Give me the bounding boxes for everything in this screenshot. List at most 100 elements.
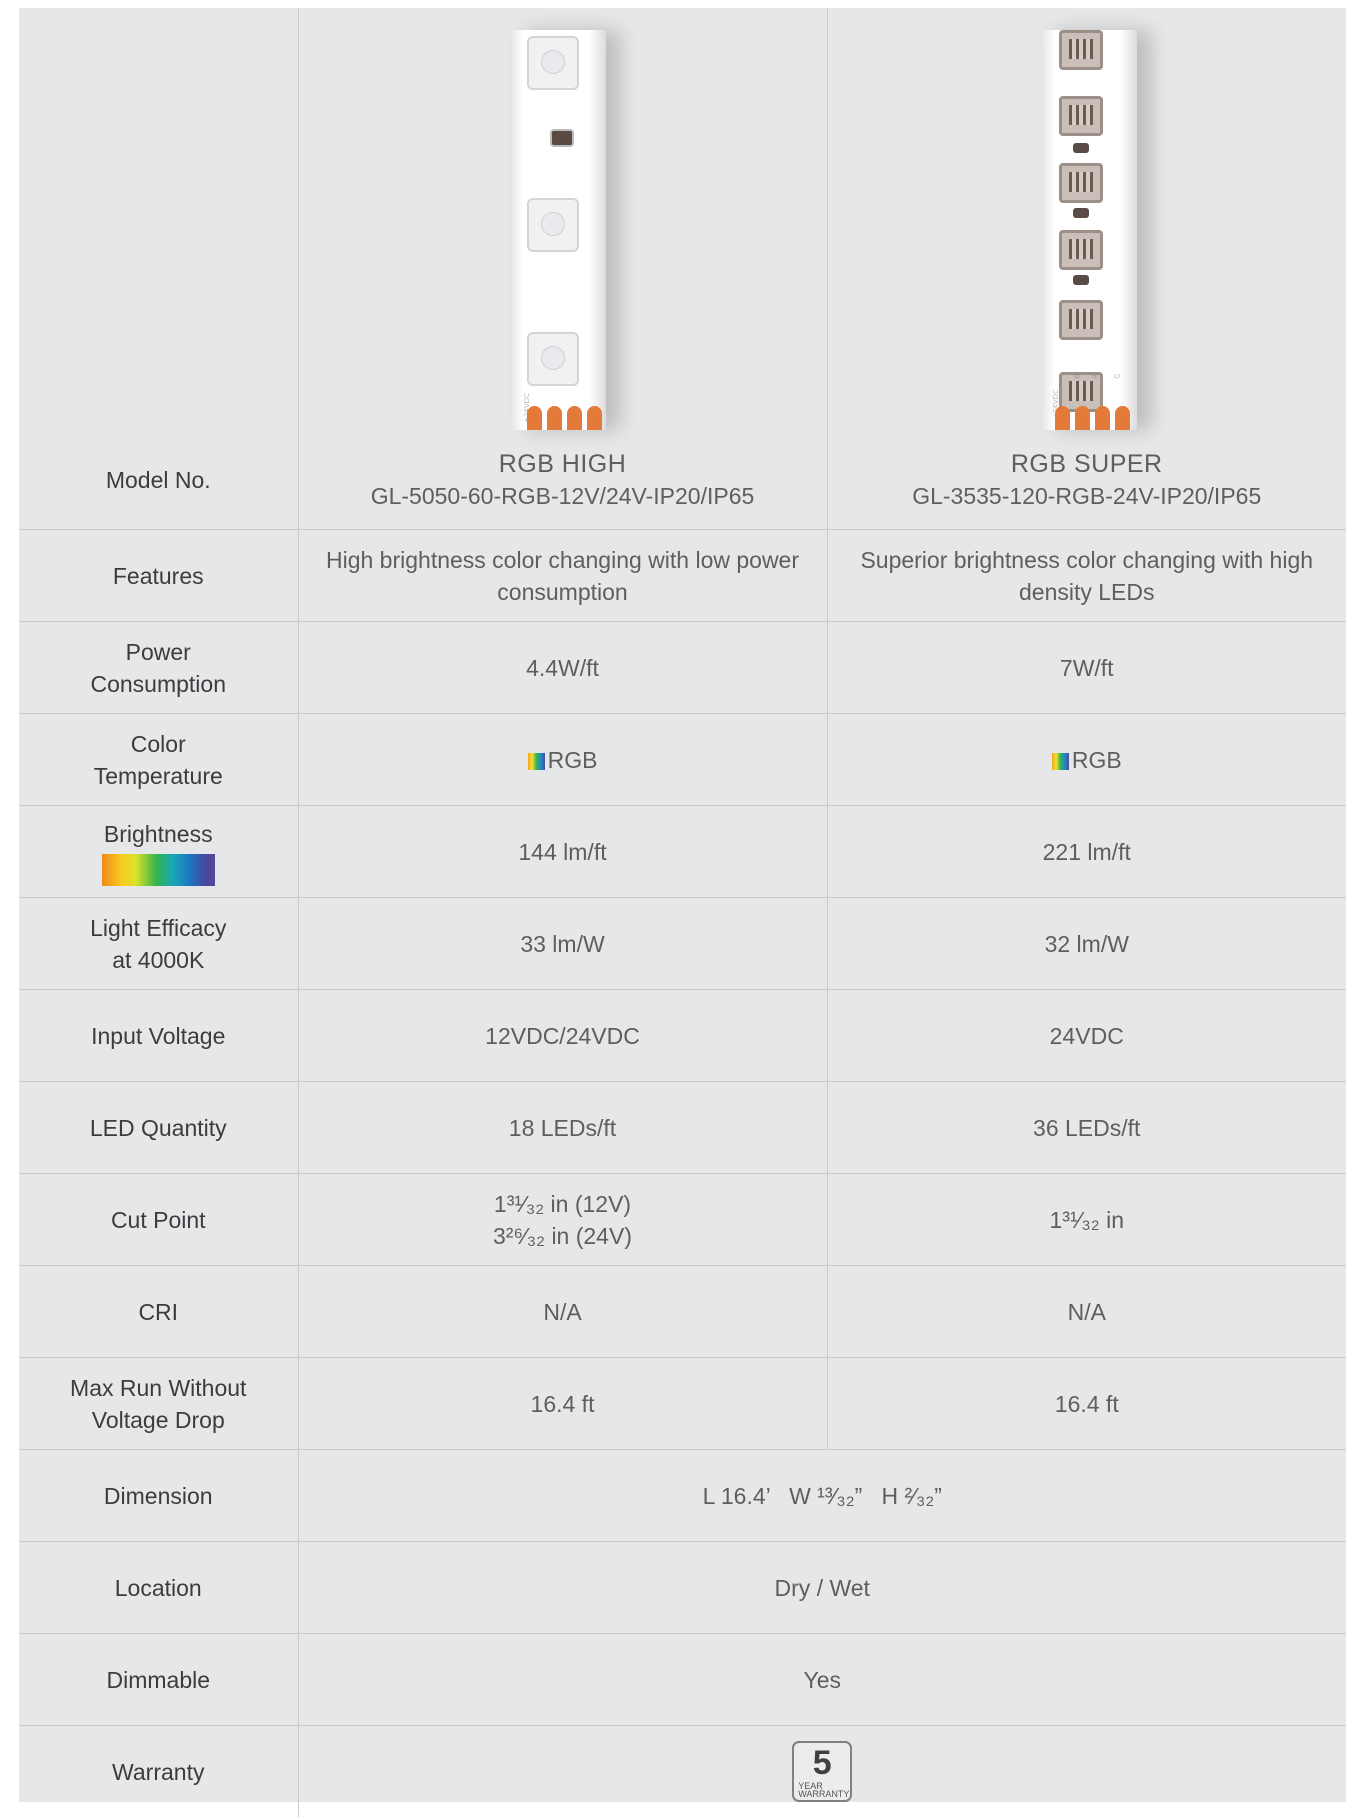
row-value: 221 lm/ft: [827, 806, 1346, 898]
color-value: RGB: [1072, 747, 1122, 773]
row-value: 7W/ft: [827, 622, 1346, 714]
row-dimension: Dimension L 16.4’ W ¹³⁄₃₂” H ²⁄₃₂”: [19, 1450, 1346, 1542]
model-cell-rgb-super: RGB SUPER GL-3535-120-RGB-24V-IP20/IP65: [827, 430, 1346, 530]
row-label-cell: Light Efficacy at 4000K: [19, 898, 298, 990]
product-image-cell-rgb-super: +24VDC B R G: [827, 8, 1346, 430]
led-chip: [527, 332, 579, 386]
row-max-run: Max Run Without Voltage Drop 16.4 ft 16.…: [19, 1358, 1346, 1450]
row-input-voltage: Input Voltage 12VDC/24VDC 24VDC: [19, 990, 1346, 1082]
row-label: Input Voltage: [19, 990, 298, 1082]
row-value: L 16.4’ W ¹³⁄₃₂” H ²⁄₃₂”: [298, 1450, 1346, 1542]
row-led-quantity: LED Quantity 18 LEDs/ft 36 LEDs/ft: [19, 1082, 1346, 1174]
led-chip: [1059, 30, 1103, 70]
row-label-cell: Max Run Without Voltage Drop: [19, 1358, 298, 1450]
led-chip: [1059, 163, 1103, 203]
led-chip: [1059, 300, 1103, 340]
row-label-line2: Voltage Drop: [25, 1404, 292, 1436]
row-value: 18 LEDs/ft: [298, 1082, 827, 1174]
row-power-consumption: Power Consumption 4.4W/ft 7W/ft: [19, 622, 1346, 714]
row-value: 1³¹⁄₃₂ in (12V) 3²⁶⁄₃₂ in (24V): [298, 1174, 827, 1266]
row-label: Color Temperature: [19, 714, 298, 806]
warranty-badge-line2: WARRANTY: [798, 1790, 849, 1799]
model-number: GL-3535-120-RGB-24V-IP20/IP65: [838, 480, 1337, 512]
row-label: Brightness: [25, 818, 292, 850]
row-label-line1: Max Run Without: [25, 1372, 292, 1404]
row-label: LED Quantity: [19, 1082, 298, 1174]
row-brightness: Brightness 144 lm/ft 221 lm/ft: [19, 806, 1346, 898]
solder-pad: [587, 406, 602, 430]
row-light-efficacy: Light Efficacy at 4000K 33 lm/W 32 lm/W: [19, 898, 1346, 990]
row-cut-point: Cut Point 1³¹⁄₃₂ in (12V) 3²⁶⁄₃₂ in (24V…: [19, 1174, 1346, 1266]
resistor: [1073, 208, 1089, 218]
row-label-cell: Brightness: [19, 806, 298, 898]
model-cell-rgb-high: RGB HIGH GL-5050-60-RGB-12V/24V-IP20/IP6…: [298, 430, 827, 530]
row-value: N/A: [827, 1266, 1346, 1358]
solder-pad: [1115, 406, 1130, 430]
series-name: RGB SUPER: [838, 448, 1337, 480]
model-number: GL-5050-60-RGB-12V/24V-IP20/IP65: [309, 480, 817, 512]
led-chip: [527, 36, 579, 90]
row-value: 33 lm/W: [298, 898, 827, 990]
row-cri: CRI N/A N/A: [19, 1266, 1346, 1358]
row-label: Model No.: [19, 430, 298, 530]
cut-point-24v: 3²⁶⁄₃₂ in (24V): [309, 1220, 817, 1252]
row-location: Location Dry / Wet: [19, 1542, 1346, 1634]
led-strip-3535: +24VDC B R G: [1043, 30, 1137, 430]
solder-pad: [1075, 406, 1090, 430]
strip-print-g: G: [1101, 373, 1133, 378]
row-label: Dimension: [19, 1450, 298, 1542]
row-label: Cut Point: [19, 1174, 298, 1266]
row-label: Dimmable: [19, 1634, 298, 1726]
product-image-rgb-high: +24VDC B R G: [299, 30, 827, 430]
led-chip: [527, 198, 579, 252]
row-color-temperature: Color Temperature RGB RGB: [19, 714, 1346, 806]
warranty-badge-icon: 5 YEAR WARRANTY: [792, 1741, 852, 1802]
row-value: 144 lm/ft: [298, 806, 827, 898]
row-warranty: Warranty 5 YEAR WARRANTY: [19, 1726, 1346, 1817]
row-value: Superior brightness color changing with …: [827, 530, 1346, 622]
row-value: RGB: [827, 714, 1346, 806]
solder-pad: [527, 406, 542, 430]
solder-pad: [567, 406, 582, 430]
row-value: 5 YEAR WARRANTY: [298, 1726, 1346, 1817]
warranty-years: 5: [794, 1745, 850, 1781]
row-features: Features High brightness color changing …: [19, 530, 1346, 622]
row-label: Features: [19, 530, 298, 622]
row-label: Location: [19, 1542, 298, 1634]
row-value: 4.4W/ft: [298, 622, 827, 714]
row-value: RGB: [298, 714, 827, 806]
image-row-label-cell: [19, 8, 298, 430]
product-image-row: +24VDC B R G: [19, 8, 1346, 430]
row-value: 1³¹⁄₃₂ in: [827, 1174, 1346, 1266]
row-value: High brightness color changing with low …: [298, 530, 827, 622]
row-dimmable: Dimmable Yes: [19, 1634, 1346, 1726]
solder-pad: [1095, 406, 1110, 430]
product-image-cell-rgb-high: +24VDC B R G: [298, 8, 827, 430]
cut-point-12v: 1³¹⁄₃₂ in (12V): [309, 1188, 817, 1220]
row-value: N/A: [298, 1266, 827, 1358]
row-value: 32 lm/W: [827, 898, 1346, 990]
color-value: RGB: [548, 747, 598, 773]
resistor: [1073, 143, 1089, 153]
row-value: Dry / Wet: [298, 1542, 1346, 1634]
row-label: CRI: [19, 1266, 298, 1358]
series-name: RGB HIGH: [309, 448, 817, 480]
resistor: [1073, 275, 1089, 285]
solder-pad: [1055, 406, 1070, 430]
row-value: 16.4 ft: [298, 1358, 827, 1450]
row-value: 24VDC: [827, 990, 1346, 1082]
row-label: Power Consumption: [19, 622, 298, 714]
row-label-line1: Light Efficacy: [25, 912, 292, 944]
rgb-swatch-icon: [528, 753, 545, 770]
spectrum-bar-icon: [102, 854, 215, 886]
led-chip: [1059, 230, 1103, 270]
row-value: 16.4 ft: [827, 1358, 1346, 1450]
row-value: Yes: [298, 1634, 1346, 1726]
led-chip: [1059, 96, 1103, 136]
rgb-swatch-icon: [1052, 753, 1069, 770]
spec-comparison-table: +24VDC B R G: [19, 8, 1346, 1817]
row-model-no: Model No. RGB HIGH GL-5050-60-RGB-12V/24…: [19, 430, 1346, 530]
row-label-line2: at 4000K: [25, 944, 292, 976]
resistor: [550, 129, 574, 147]
led-strip-5050: +24VDC B R G: [512, 30, 606, 430]
